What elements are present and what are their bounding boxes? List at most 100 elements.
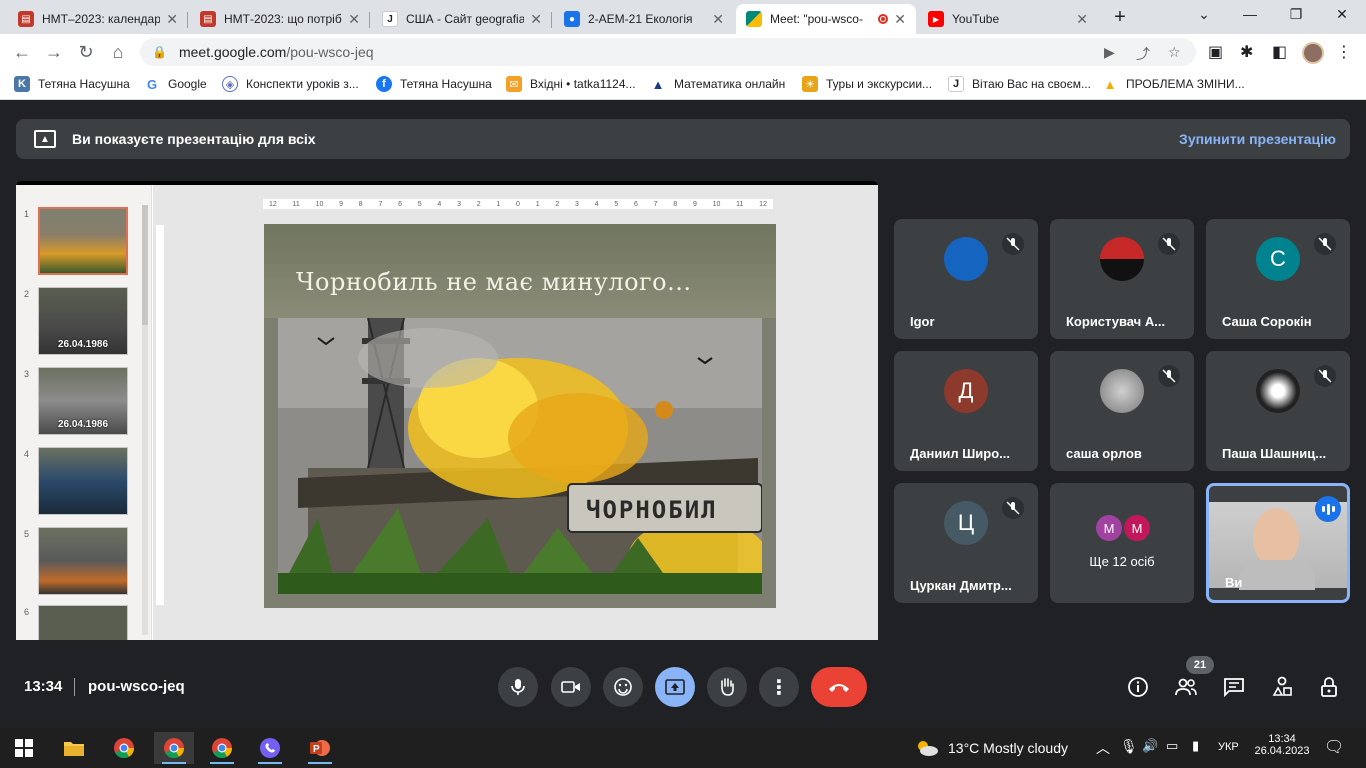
extension-game-icon[interactable]: ▣ — [1208, 42, 1223, 62]
slide-thumbnail-5[interactable] — [38, 527, 128, 595]
thumb-number: 5 — [24, 529, 30, 539]
close-icon[interactable]: ✕ — [712, 11, 724, 28]
show-hidden-icons-chevron-icon[interactable]: ︿ — [1096, 738, 1110, 758]
speaking-indicator-icon — [1315, 496, 1341, 522]
participant-tile[interactable]: Д Даниил Широ... — [894, 351, 1038, 471]
chrome-profile-taskbar-button[interactable] — [202, 732, 242, 764]
scrollbar-thumb[interactable] — [142, 205, 148, 325]
profile-avatar[interactable] — [1302, 42, 1324, 64]
close-icon[interactable]: ✕ — [166, 11, 178, 28]
close-icon[interactable]: ✕ — [348, 11, 360, 28]
slide-thumbnail-6[interactable] — [38, 605, 128, 643]
more-participants-tile[interactable]: M M Ще 12 осіб — [1050, 483, 1194, 603]
stop-presenting-button[interactable]: Зупинити презентацію — [1179, 131, 1336, 147]
mic-icon — [511, 679, 525, 695]
bookmark-problema[interactable]: ▲ ПРОБЛЕМА ЗМІНИ... — [1102, 76, 1245, 92]
slide-thumbnail-2[interactable]: 26.04.1986 — [38, 287, 128, 355]
share-icon[interactable]: ⤴ — [1136, 44, 1150, 64]
tab-search-chevron-icon[interactable]: ⌄ — [1192, 6, 1216, 23]
side-panel-icon[interactable]: ◧ — [1272, 42, 1287, 62]
participant-tile[interactable]: саша орлов — [1050, 351, 1194, 471]
extensions-puzzle-icon[interactable]: ✱ — [1240, 42, 1253, 62]
bookmark-facebook[interactable]: f Тетяна Насушна — [376, 76, 492, 92]
self-view-tile[interactable]: Ви — [1206, 483, 1350, 603]
present-screen-icon: ▲ — [34, 130, 56, 148]
bookmark-inbox[interactable]: ✉ Вхідні • tatka1124... — [506, 76, 636, 92]
ruler-tick: 12 — [269, 200, 277, 208]
ruler-tick: 0 — [516, 200, 520, 208]
restore-button[interactable]: ❐ — [1284, 6, 1308, 23]
avatar — [1100, 369, 1144, 413]
current-slide[interactable]: Чорнобиль не має минулого... ЧОРНОБИЛ — [264, 224, 776, 608]
new-tab-button[interactable]: + — [1108, 6, 1132, 29]
reactions-button[interactable] — [603, 667, 643, 707]
chat-button[interactable] — [1221, 674, 1247, 700]
start-button[interactable] — [4, 732, 44, 764]
thumbnail-scrollbar[interactable] — [142, 205, 148, 635]
bookmark-tours[interactable]: ☀ Туры и экскурсии... — [802, 76, 932, 92]
tab-nmt-calendar[interactable]: ▤ НМТ–2023: календар ✕ — [8, 4, 188, 34]
file-explorer-button[interactable] — [54, 732, 94, 764]
reload-button[interactable]: ↻ — [74, 42, 98, 63]
tab-nmt-requirements[interactable]: ▤ НМТ-2023: що потріб ✕ — [190, 4, 370, 34]
viber-taskbar-button[interactable] — [250, 732, 290, 764]
slide-thumbnail-1[interactable] — [38, 207, 128, 275]
forward-button[interactable]: → — [42, 42, 66, 63]
home-button[interactable]: ⌂ — [106, 42, 130, 63]
microphone-tray-icon[interactable]: 🎙 — [1120, 738, 1138, 755]
bookmark-math[interactable]: ▲ Математика онлайн — [650, 76, 785, 92]
more-options-button[interactable]: ⋮ — [759, 667, 799, 707]
back-button[interactable]: ← — [10, 42, 34, 63]
leave-call-button[interactable] — [811, 667, 867, 707]
participant-tile[interactable]: С Саша Сорокін — [1206, 219, 1350, 339]
chrome-meet-taskbar-button[interactable] — [154, 732, 194, 764]
minimize-button[interactable]: — — [1238, 6, 1262, 22]
participant-tile[interactable]: Ц Цуркан Дмитр... — [894, 483, 1038, 603]
ruler-tick: 10 — [315, 200, 324, 208]
camera-button[interactable] — [551, 667, 591, 707]
close-icon[interactable]: ✕ — [530, 11, 542, 28]
tab-youtube[interactable]: ▶ YouTube ✕ — [918, 4, 1098, 34]
close-icon[interactable]: ✕ — [1076, 11, 1088, 28]
bookmark-label: Google — [168, 77, 207, 91]
battery-icon[interactable]: ▮ — [1192, 738, 1199, 754]
powerpoint-taskbar-button[interactable]: P — [300, 732, 340, 764]
weather-widget[interactable]: 13°C Mostly cloudy — [914, 738, 1068, 758]
address-bar[interactable]: 🔒 meet.google.com/pou-wsco-jeq — [140, 38, 1196, 66]
powerpoint-icon: P — [310, 740, 330, 756]
input-language[interactable]: УКР — [1218, 741, 1239, 753]
volume-icon[interactable]: 🔊 — [1142, 738, 1158, 754]
tab-meet[interactable]: Meet: "pou-wsco- ✕ — [736, 4, 916, 34]
close-icon[interactable]: ✕ — [894, 11, 906, 28]
present-now-button[interactable] — [655, 667, 695, 707]
tab-classroom[interactable]: ● 2-АЕМ-21 Екологія ✕ — [554, 4, 734, 34]
participant-tile[interactable]: Паша Шашниц... — [1206, 351, 1350, 471]
slide-thumbnail-3[interactable]: 26.04.1986 — [38, 367, 128, 435]
raise-hand-button[interactable] — [707, 667, 747, 707]
bookmark-google[interactable]: G Google — [144, 76, 207, 92]
activities-button[interactable] — [1269, 674, 1295, 700]
notifications-icon[interactable]: 🗨 — [1324, 737, 1344, 757]
participant-tile[interactable]: Користувач А... — [1050, 219, 1194, 339]
participant-tile[interactable]: Igor — [894, 219, 1038, 339]
bookmark-vk[interactable]: K Тетяна Насушна — [14, 76, 130, 92]
menu-dots-icon[interactable]: ⋮ — [1336, 42, 1352, 62]
participant-name: Паша Шашниц... — [1222, 446, 1327, 461]
meeting-details-button[interactable] — [1125, 674, 1151, 700]
camera-blocked-icon[interactable]: ▶︎ — [1104, 44, 1115, 61]
tab-geografia[interactable]: J США - Сайт geografia ✕ — [372, 4, 552, 34]
star-icon[interactable]: ☆ — [1168, 44, 1181, 61]
network-icon[interactable]: ▭ — [1166, 738, 1178, 754]
participant-name: Саша Сорокін — [1222, 314, 1312, 329]
people-button[interactable] — [1173, 674, 1199, 700]
system-clock[interactable]: 13:34 26.04.2023 — [1254, 733, 1310, 757]
warning-icon: ▲ — [1102, 76, 1118, 92]
bookmark-vitayu[interactable]: J Вітаю Вас на своєм... — [948, 76, 1091, 92]
close-window-button[interactable]: ✕ — [1330, 6, 1354, 23]
ruler-tick: 10 — [712, 200, 721, 208]
slide-thumbnail-4[interactable] — [38, 447, 128, 515]
host-controls-button[interactable] — [1317, 674, 1343, 700]
bookmark-konspekty[interactable]: ◈ Конспекти уроків з... — [222, 76, 359, 92]
microphone-button[interactable] — [498, 667, 538, 707]
chrome-taskbar-button[interactable] — [104, 732, 144, 764]
